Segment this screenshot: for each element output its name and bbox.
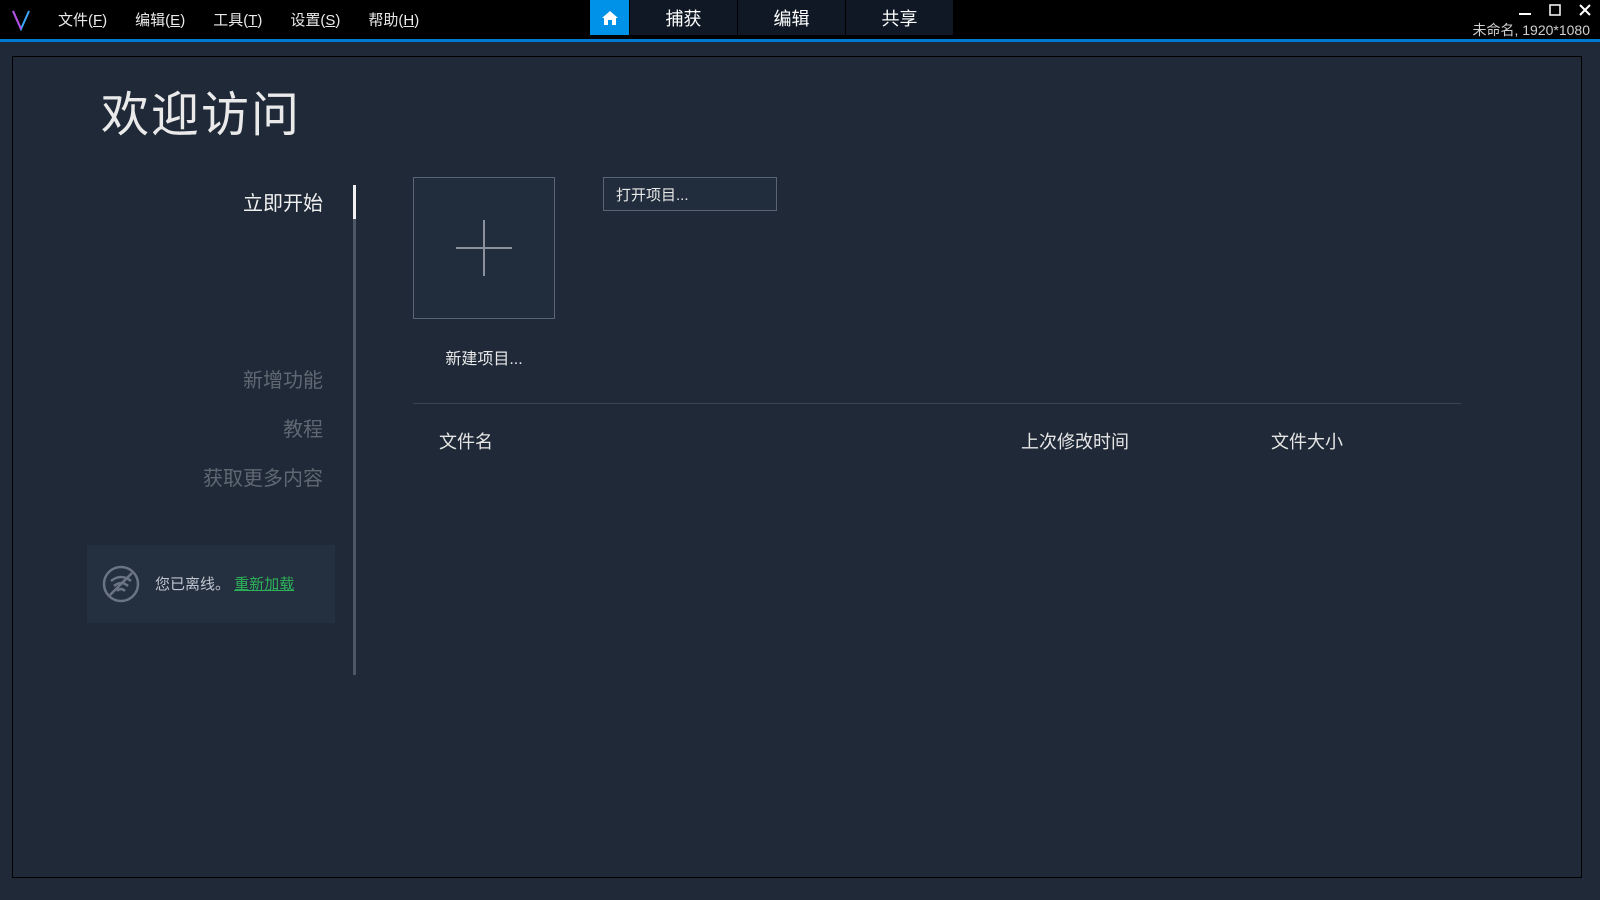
- menu-edit[interactable]: 编辑(E): [121, 0, 199, 41]
- offline-notice: 您已离线。 重新加载: [87, 545, 335, 623]
- content-area: 新建项目... 打开项目... 文件名 上次修改时间 文件大小: [413, 177, 1461, 454]
- minimize-button[interactable]: [1516, 1, 1534, 19]
- close-button[interactable]: [1576, 1, 1594, 19]
- menu-help[interactable]: 帮助(H): [354, 0, 433, 41]
- mode-home[interactable]: [590, 0, 630, 35]
- body: 欢迎访问 立即开始 新增功能 教程 获取更多内容: [0, 42, 1600, 900]
- col-modified: 上次修改时间: [1021, 428, 1271, 454]
- side-nav: 立即开始 新增功能 教程 获取更多内容: [13, 177, 353, 501]
- side-divider: [353, 185, 356, 675]
- side-whats-new[interactable]: 新增功能: [13, 354, 353, 403]
- new-project-label: 新建项目...: [413, 345, 555, 369]
- side-tutorials[interactable]: 教程: [13, 403, 353, 452]
- welcome-panel: 欢迎访问 立即开始 新增功能 教程 获取更多内容: [12, 56, 1582, 878]
- side-get-more[interactable]: 获取更多内容: [13, 452, 353, 501]
- mode-tabs: 捕获 编辑 共享: [590, 0, 954, 42]
- menu-settings[interactable]: 设置(S): [276, 0, 354, 41]
- offline-icon: [101, 564, 141, 604]
- window-controls: [1516, 0, 1594, 20]
- mode-edit[interactable]: 编辑: [738, 0, 846, 35]
- recent-list-header: 文件名 上次修改时间 文件大小: [413, 428, 1461, 454]
- col-size: 文件大小: [1271, 428, 1461, 454]
- app-logo-icon: [6, 0, 36, 41]
- titlebar: 文件(F) 编辑(E) 工具(T) 设置(S) 帮助(H) 捕获 编辑 共享: [0, 0, 1600, 42]
- menu-file[interactable]: 文件(F): [44, 0, 121, 41]
- maximize-button[interactable]: [1546, 1, 1564, 19]
- home-icon: [601, 10, 619, 26]
- offline-text: 您已离线。 重新加载: [155, 574, 294, 595]
- app-window: 文件(F) 编辑(E) 工具(T) 设置(S) 帮助(H) 捕获 编辑 共享: [0, 0, 1600, 900]
- new-project-tile[interactable]: 新建项目...: [413, 177, 555, 369]
- mode-share[interactable]: 共享: [846, 0, 954, 35]
- reload-link[interactable]: 重新加载: [234, 576, 294, 593]
- action-tiles: 新建项目... 打开项目...: [413, 177, 1461, 369]
- menu-tools[interactable]: 工具(T): [199, 0, 276, 41]
- main-menu: 文件(F) 编辑(E) 工具(T) 设置(S) 帮助(H): [44, 0, 433, 41]
- col-filename: 文件名: [413, 428, 1021, 454]
- side-start[interactable]: 立即开始: [13, 177, 353, 226]
- mode-capture[interactable]: 捕获: [630, 0, 738, 35]
- open-project-button[interactable]: 打开项目...: [603, 177, 777, 211]
- new-project-box[interactable]: [413, 177, 555, 319]
- page-title: 欢迎访问: [101, 75, 301, 145]
- divider: [413, 403, 1461, 404]
- document-status: 未命名, 1920*1080: [1472, 20, 1590, 40]
- plus-icon: [456, 220, 512, 276]
